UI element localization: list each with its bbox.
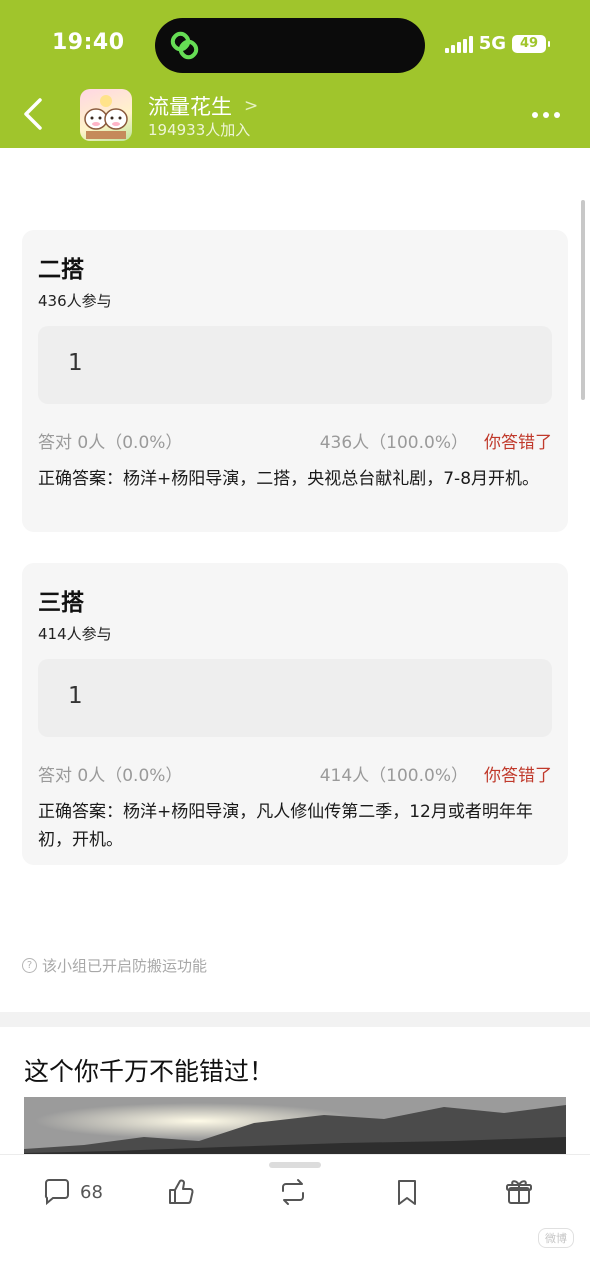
bookmark-icon — [398, 1180, 416, 1205]
wrong-label: 你答错了 — [484, 766, 552, 786]
gift-button[interactable] — [504, 1176, 534, 1208]
link-app-icon — [170, 31, 199, 60]
wrong-stat: 436人（100.0%） — [319, 433, 468, 453]
scrollbar[interactable] — [581, 200, 585, 400]
status-time: 19:40 — [52, 30, 125, 55]
cattle-illustration-icon — [84, 95, 128, 139]
quiz-card: 二搭 436人参与 1 答对 0人（0.0%） 436人（100.0%） 你答错了… — [22, 230, 568, 532]
quiz-card: 三搭 414人参与 1 答对 0人（0.0%） 414人（100.0%） 你答错了… — [22, 563, 568, 865]
correct-answer: 正确答案：杨洋+杨阳导演，二搭，央视总台献礼剧，7-8月开机。 — [38, 469, 540, 489]
signal-icon — [444, 35, 473, 53]
gift-icon — [506, 1180, 532, 1204]
correct-answer: 正确答案：杨洋+杨阳导演，凡人修仙传第二季，12月或者明年年初，开机。 — [38, 802, 533, 850]
dynamic-island — [155, 18, 425, 73]
wrong-stat: 414人（100.0%） — [319, 766, 468, 786]
section-divider — [0, 1012, 590, 1027]
comment-button[interactable]: 68 — [42, 1176, 103, 1208]
thumbs-up-icon — [169, 1179, 194, 1204]
group-member-count: 194933人加入 — [148, 121, 251, 139]
wrong-stat-row: 414人（100.0%） 你答错了 — [320, 761, 552, 786]
back-arrow-icon[interactable] — [20, 96, 50, 132]
quiz-option[interactable]: 1 — [38, 326, 552, 404]
bottom-action-bar — [0, 1154, 590, 1281]
chevron-right-icon[interactable]: > — [244, 96, 258, 116]
weibo-watermark: 微博 — [538, 1228, 574, 1248]
drag-handle[interactable] — [269, 1162, 321, 1168]
correct-stat: 答对 0人（0.0%） — [38, 766, 183, 786]
like-button[interactable] — [166, 1176, 196, 1208]
group-header: 19:40 5G 49 流量花生 > 194933人加入 — [0, 0, 590, 148]
group-avatar[interactable] — [80, 89, 132, 141]
status-indicators: 5G 49 — [444, 33, 550, 54]
correct-stat: 答对 0人（0.0%） — [38, 433, 183, 453]
repost-icon — [282, 1179, 304, 1205]
repost-button[interactable] — [278, 1176, 308, 1208]
quiz-option-text: 1 — [68, 350, 83, 376]
question-circle-icon: ? — [22, 958, 37, 973]
quiz-title: 二搭 — [38, 257, 84, 283]
more-options-icon[interactable] — [532, 112, 560, 118]
comment-icon — [44, 1179, 69, 1206]
wrong-label: 你答错了 — [484, 433, 552, 453]
quiz-title: 三搭 — [38, 590, 84, 616]
favorite-button[interactable] — [392, 1176, 422, 1208]
recommendation-title: 这个你千万不能错过！ — [24, 1057, 275, 1086]
comment-count: 68 — [80, 1181, 103, 1203]
quiz-option-text: 1 — [68, 683, 83, 709]
notice-text: 该小组已开启防搬运功能 — [42, 957, 208, 975]
network-type: 5G — [478, 33, 506, 54]
quiz-participants: 414人参与 — [38, 625, 112, 643]
recommendation-image[interactable] — [24, 1097, 566, 1157]
group-name[interactable]: 流量花生 — [148, 91, 232, 121]
battery-icon: 49 — [512, 34, 550, 53]
wrong-stat-row: 436人（100.0%） 你答错了 — [320, 428, 552, 453]
mountain-sunset-image — [24, 1097, 566, 1157]
quiz-participants: 436人参与 — [38, 292, 112, 310]
anti-repost-notice: ? 该小组已开启防搬运功能 — [22, 955, 207, 976]
quiz-option[interactable]: 1 — [38, 659, 552, 737]
